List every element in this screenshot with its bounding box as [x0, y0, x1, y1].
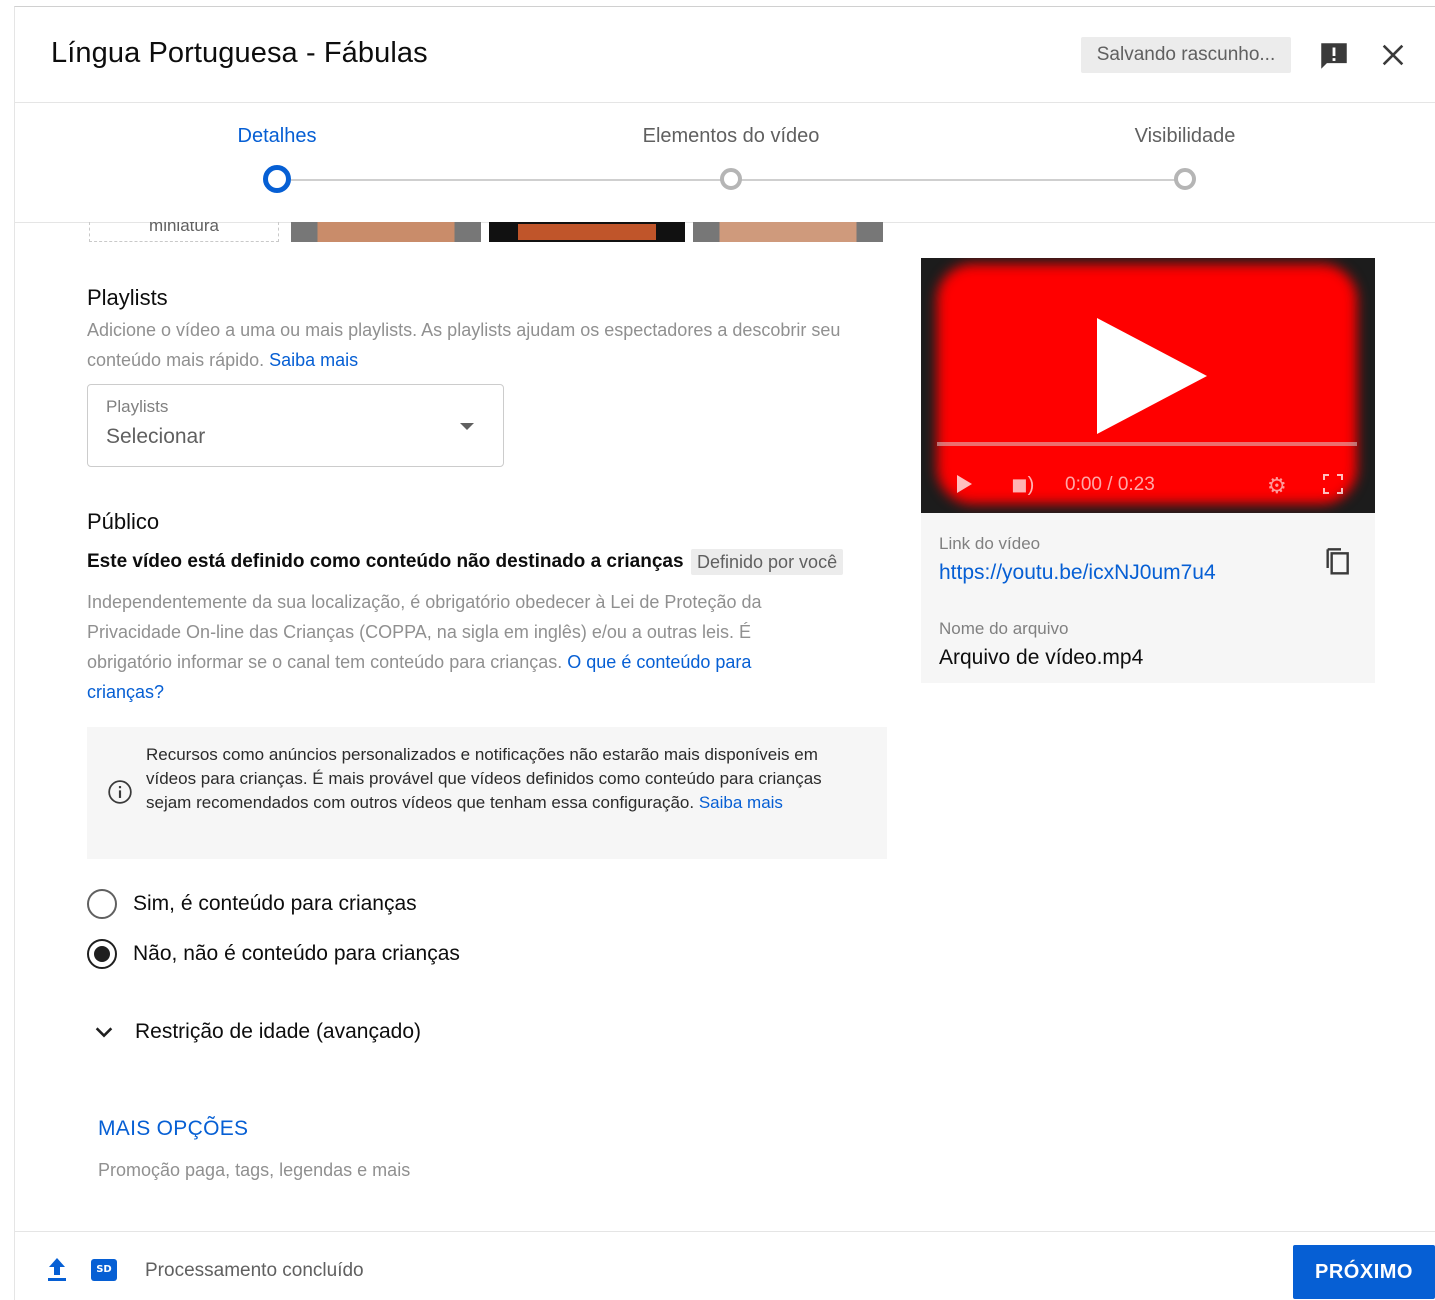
audience-set-by-you-badge: Definido por você	[691, 549, 844, 575]
gear-icon[interactable]: ⚙	[1267, 473, 1287, 499]
playlists-dropdown-label: Playlists	[106, 397, 169, 416]
close-icon[interactable]	[1379, 41, 1407, 69]
info-icon	[108, 780, 132, 804]
radio-button-no[interactable]	[87, 939, 117, 969]
upload-icon	[48, 1258, 66, 1281]
step-connector-line	[291, 179, 731, 181]
age-restriction-toggle[interactable]: Restrição de idade (avançado)	[93, 1015, 421, 1049]
info-box-text: Recursos como anúncios personalizados e …	[146, 743, 870, 815]
thumbnail-option-selected[interactable]	[489, 222, 685, 242]
audience-help-text: Independentemente da sua localização, é …	[87, 587, 827, 707]
radio-made-for-kids-no[interactable]: Não, não é conteúdo para crianças	[87, 937, 460, 971]
radio-yes-label: Sim, é conteúdo para crianças	[133, 892, 417, 915]
video-preview-card: ◼) 0:00 / 0:23 ⚙ Link do vídeo https://y…	[921, 258, 1375, 683]
video-player[interactable]: ◼) 0:00 / 0:23 ⚙	[921, 258, 1375, 513]
draft-status-badge: Salvando rascunho...	[1081, 37, 1291, 73]
volume-icon[interactable]: ◼)	[1011, 472, 1034, 497]
playlists-help-text: Adicione o vídeo a uma ou mais playlists…	[87, 315, 887, 375]
upload-thumbnail-button[interactable]: miniatura	[89, 222, 279, 242]
chevron-down-icon	[95, 1027, 113, 1038]
file-name-label: Nome do arquivo	[939, 619, 1069, 638]
radio-no-label: Não, não é conteúdo para crianças	[133, 942, 460, 965]
step-video-elements-dot[interactable]	[720, 168, 742, 190]
radio-made-for-kids-yes[interactable]: Sim, é conteúdo para crianças	[87, 887, 417, 921]
video-link[interactable]: https://youtu.be/icxNJ0um7u4	[939, 561, 1216, 585]
video-progress-bar[interactable]	[937, 442, 1357, 446]
dialog-title: Língua Portuguesa - Fábulas	[51, 37, 428, 69]
playlists-learn-more-link[interactable]: Saiba mais	[269, 350, 358, 370]
radio-button-yes[interactable]	[87, 889, 117, 919]
playlists-dropdown[interactable]: Playlists Selecionar	[87, 384, 504, 467]
more-options-subtitle: Promoção paga, tags, legendas e mais	[98, 1160, 411, 1180]
file-name-value: Arquivo de vídeo.mp4	[939, 646, 1144, 669]
age-restriction-label: Restrição de idade (avançado)	[135, 1020, 422, 1043]
step-connector-line	[731, 179, 1185, 181]
playlists-help-copy: Adicione o vídeo a uma ou mais playlists…	[87, 320, 841, 370]
step-details-label[interactable]: Detalhes	[238, 125, 317, 148]
audience-section-title: Público	[87, 509, 160, 534]
info-box: Recursos como anúncios personalizados e …	[87, 727, 887, 859]
next-button[interactable]: PRÓXIMO	[1293, 1245, 1435, 1299]
info-learn-more-link[interactable]: Saiba mais	[699, 793, 783, 812]
dialog-footer: SD Processamento concluído PRÓXIMO	[15, 1231, 1435, 1300]
video-controls: ◼) 0:00 / 0:23 ⚙	[921, 466, 1375, 506]
audience-status-text: Este vídeo está definido como conteúdo n…	[87, 551, 684, 572]
thumbnail-option[interactable]	[291, 222, 481, 242]
more-options-button[interactable]: MAIS OPÇÕES	[98, 1117, 248, 1141]
progress-stepper: Detalhes Elementos do vídeo Visibilidade	[15, 103, 1435, 223]
processing-status: Processamento concluído	[145, 1260, 364, 1281]
fullscreen-icon[interactable]	[1323, 474, 1343, 494]
feedback-icon[interactable]	[1317, 39, 1351, 73]
upload-dialog: Língua Portuguesa - Fábulas Salvando ras…	[14, 6, 1435, 1300]
step-visibility-label[interactable]: Visibilidade	[1135, 125, 1236, 148]
sd-icon: SD	[91, 1259, 117, 1281]
thumbnail-strip: miniatura	[89, 222, 889, 242]
playlists-dropdown-value: Selecionar	[106, 425, 206, 448]
step-visibility-dot[interactable]	[1174, 168, 1196, 190]
play-icon[interactable]	[1097, 318, 1207, 434]
dropdown-caret-icon	[460, 423, 474, 430]
dialog-header: Língua Portuguesa - Fábulas Salvando ras…	[15, 7, 1435, 103]
step-video-elements-label[interactable]: Elementos do vídeo	[643, 125, 820, 148]
step-details-dot[interactable]	[263, 165, 291, 193]
thumbnail-option[interactable]	[693, 222, 883, 242]
video-link-label: Link do vídeo	[939, 534, 1041, 553]
video-time: 0:00 / 0:23	[1065, 474, 1155, 495]
playlists-section-title: Playlists	[87, 285, 168, 310]
copy-icon[interactable]	[1321, 543, 1353, 577]
play-button-icon[interactable]	[957, 475, 972, 493]
